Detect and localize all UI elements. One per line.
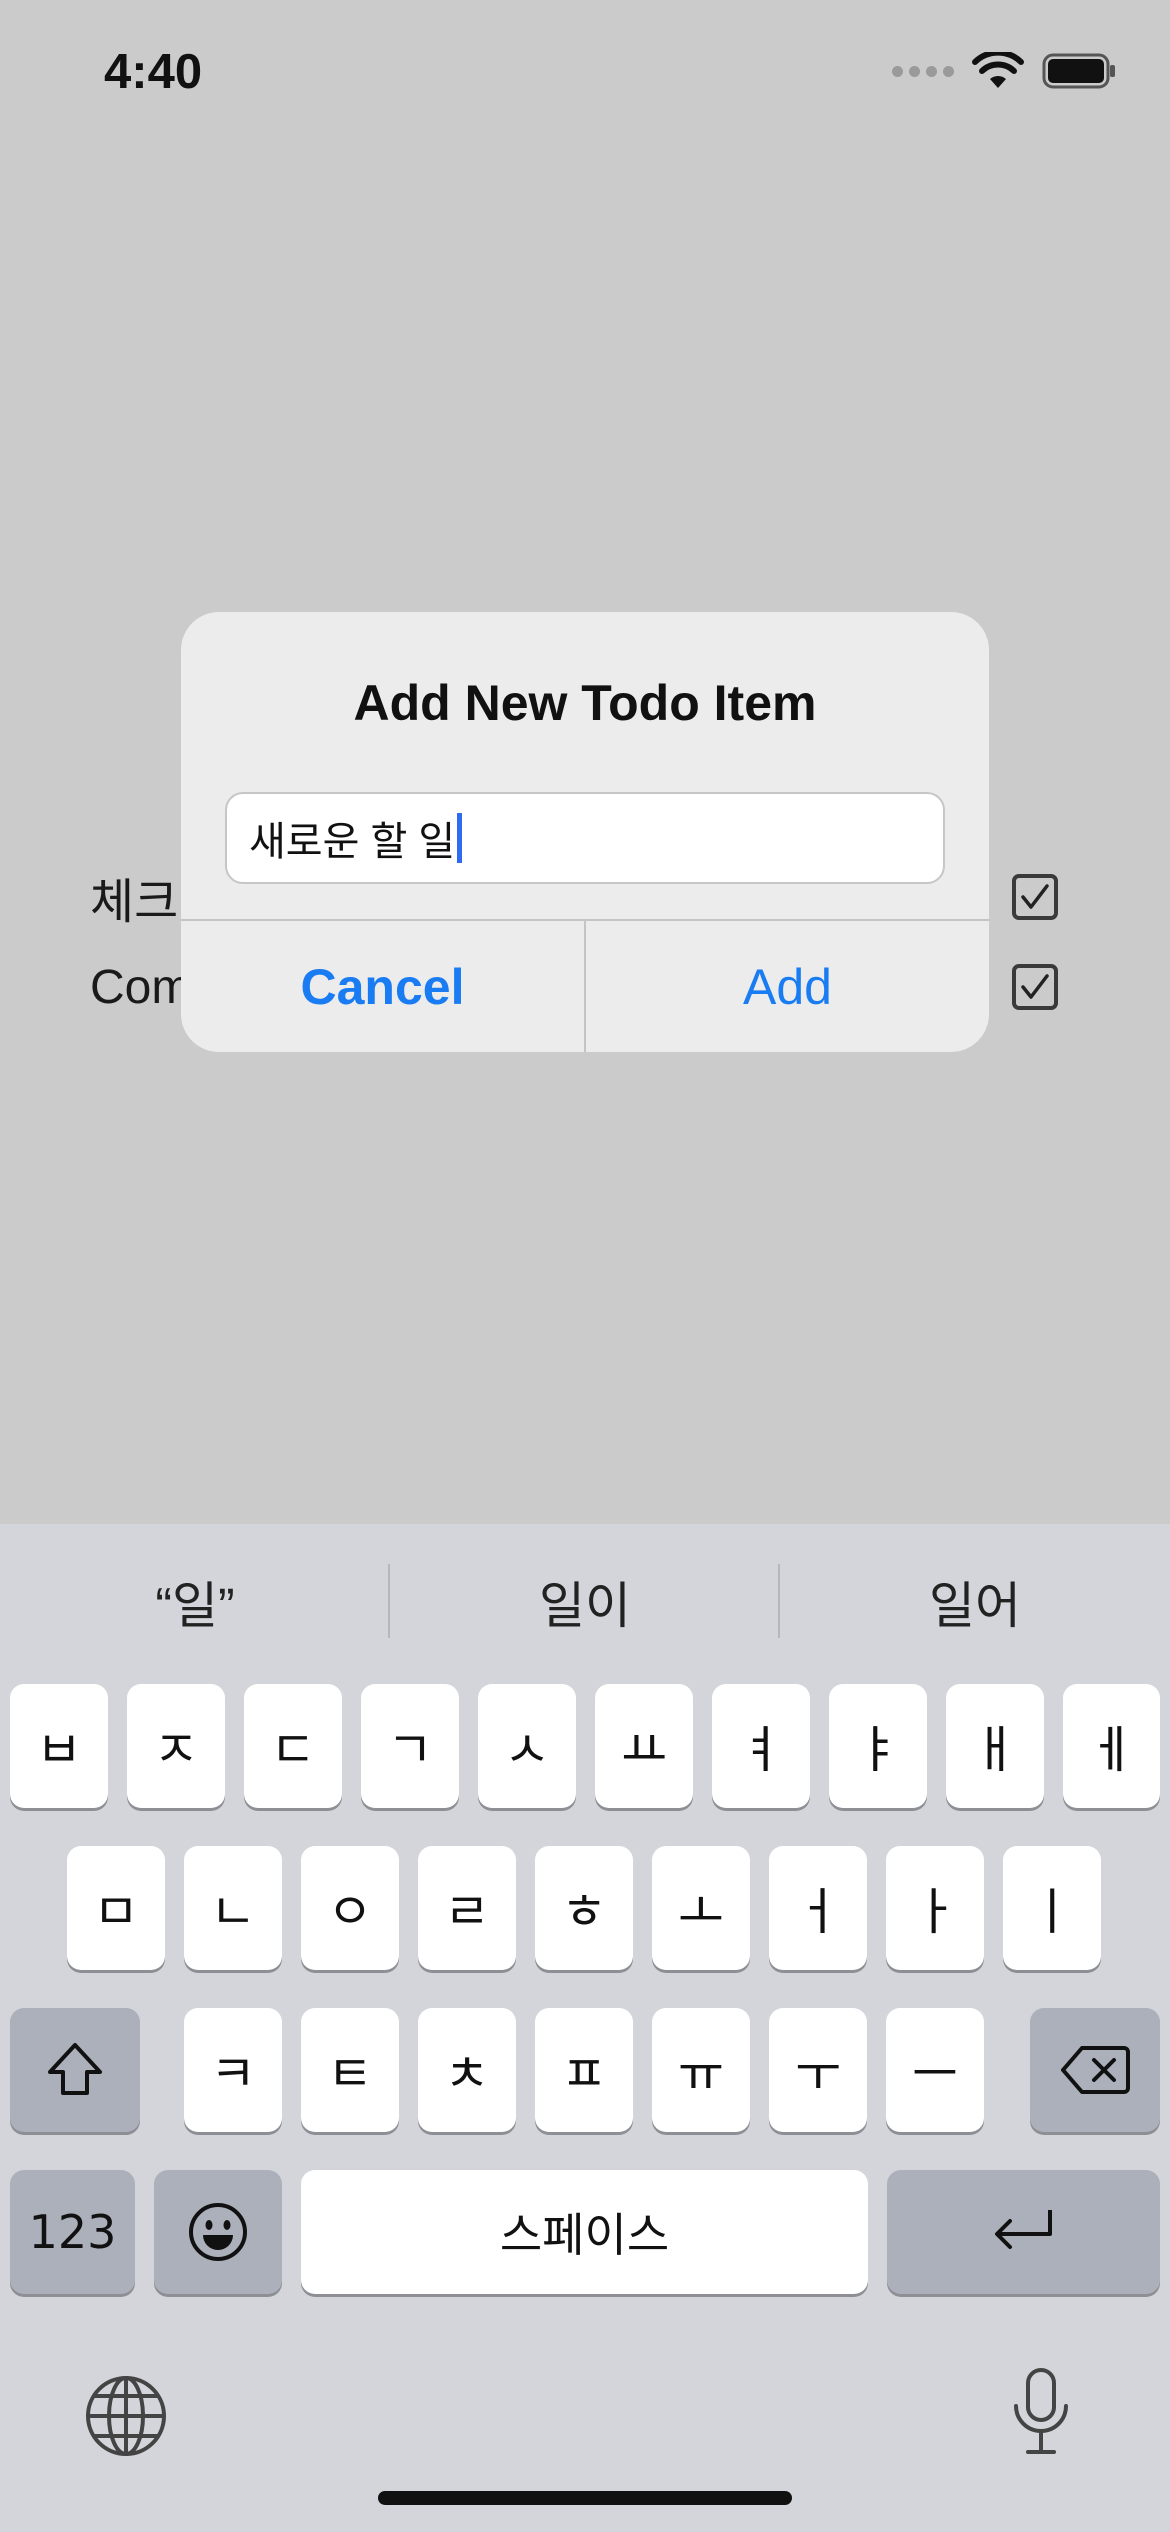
key[interactable]: ㅎ [535,1846,633,1970]
key[interactable]: ㅁ [67,1846,165,1970]
add-todo-alert: Add New Todo Item 새로운 할 일 Cancel Add [181,612,989,1052]
shift-key[interactable] [10,2008,140,2132]
microphone-icon [1014,2368,1068,2454]
cellular-signal-icon [892,65,954,77]
key[interactable]: ㅠ [652,2008,750,2132]
key[interactable]: ㅔ [1063,1684,1160,1808]
key[interactable]: ㅣ [1003,1846,1101,1970]
key[interactable]: ㅂ [10,1684,108,1808]
key[interactable]: ㅋ [184,2008,282,2132]
key[interactable]: ㅓ [769,1846,867,1970]
key[interactable]: ㄱ [361,1684,459,1808]
checkbox-checked-icon[interactable] [1012,964,1058,1010]
checkbox-checked-icon[interactable] [1012,874,1058,920]
return-icon [994,2210,1052,2249]
battery-icon [1042,53,1115,89]
status-icons [892,52,1116,90]
emoji-key[interactable] [154,2170,282,2294]
key[interactable]: ㄹ [418,1846,516,1970]
key[interactable]: ㅏ [886,1846,984,1970]
todo-text-value: 새로운 할 일 [249,820,456,864]
key[interactable]: ㅗ [652,1846,750,1970]
key[interactable]: ㅅ [478,1684,576,1808]
todo-text-field[interactable]: 새로운 할 일 [225,792,945,884]
key[interactable]: ㅌ [301,2008,399,2132]
home-indicator[interactable] [378,2491,792,2505]
globe-icon [86,2376,166,2456]
status-time: 4:40 [104,45,203,99]
key[interactable]: ㅡ [886,2008,984,2132]
space-key[interactable]: 스페이스 [301,2170,868,2294]
status-bar: 4:40 [0,0,1170,140]
suggestion-bar: “일” 일이 일어 [0,1524,1170,1674]
numbers-key[interactable]: 123 [10,2170,135,2294]
key[interactable]: ㅍ [535,2008,633,2132]
add-button[interactable]: Add [586,921,989,1052]
key[interactable]: ㅜ [769,2008,867,2132]
key[interactable]: ㄴ [184,1846,282,1970]
dictation-button[interactable] [1010,2366,1072,2463]
suggestion-item[interactable]: “일” [0,1566,390,1638]
keyboard: “일” 일이 일어 ㅂ ㅈ ㄷ ㄱ ㅅ ㅛ ㅕ ㅑ ㅐ ㅔ ㅁ ㄴ ㅇ ㄹ ㅎ … [0,1524,1170,2532]
backspace-icon [1061,2046,1130,2094]
key[interactable]: ㅈ [127,1684,225,1808]
key[interactable]: ㅊ [418,2008,516,2132]
key[interactable]: ㄷ [244,1684,342,1808]
key[interactable]: ㅕ [712,1684,810,1808]
key[interactable]: ㅛ [595,1684,693,1808]
wifi-icon [972,52,1024,88]
emoji-icon [189,2203,247,2261]
globe-button[interactable] [84,2374,168,2463]
return-key[interactable] [887,2170,1160,2294]
key[interactable]: ㅐ [946,1684,1044,1808]
key[interactable]: ㅑ [829,1684,927,1808]
delete-key[interactable] [1030,2008,1160,2132]
cancel-button[interactable]: Cancel [181,921,584,1052]
text-caret [457,813,463,863]
key[interactable]: ㅇ [301,1846,399,1970]
suggestion-item[interactable]: 일어 [780,1566,1170,1638]
alert-title: Add New Todo Item [353,675,817,731]
suggestion-item[interactable]: 일이 [390,1566,780,1638]
shift-icon [48,2043,102,2095]
